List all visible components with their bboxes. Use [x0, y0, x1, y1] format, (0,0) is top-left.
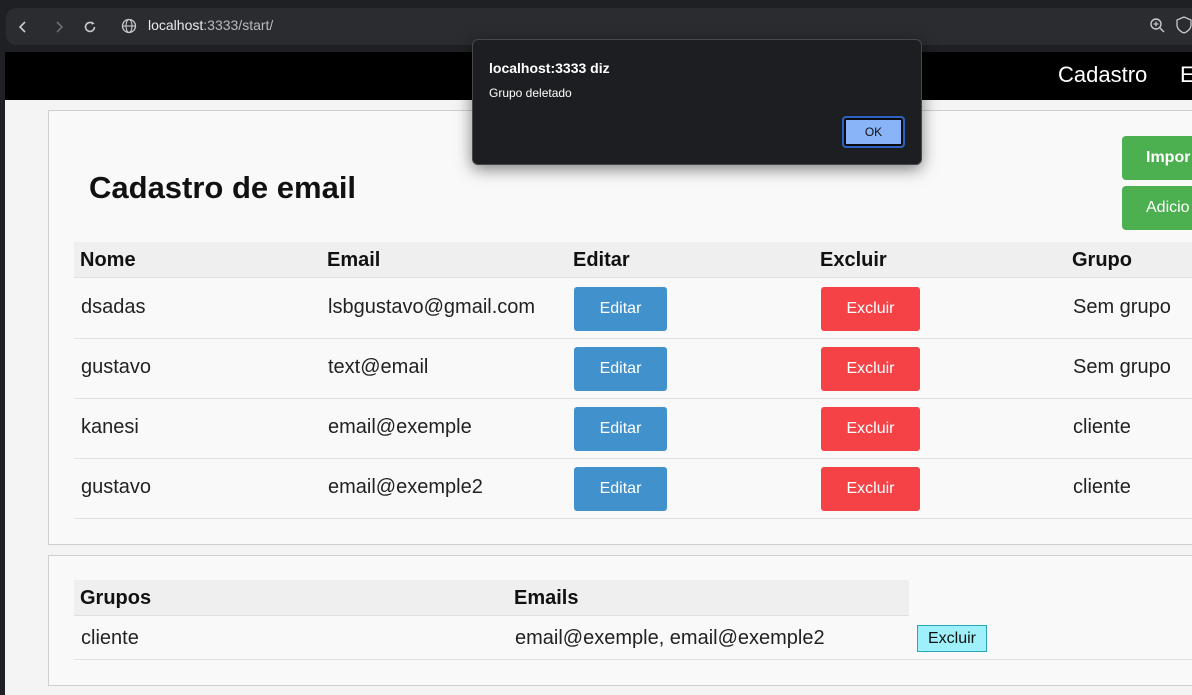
toolbar-icons	[1148, 16, 1192, 34]
nav-link-truncated[interactable]: E	[1180, 62, 1192, 88]
cell-nome: dsadas	[81, 296, 146, 318]
dialog-ok-button[interactable]: OK	[842, 116, 905, 148]
cell-email: text@email	[328, 356, 429, 378]
header-emails: Emails	[514, 587, 579, 609]
import-button[interactable]: Impor	[1122, 136, 1192, 180]
table-row: gustavo email@exemple2 Editar Excluir cl…	[74, 459, 1192, 519]
cell-grupo-emails: email@exemple, email@exemple2	[515, 627, 825, 649]
group-row: cliente email@exemple, email@exemple2 Ex…	[74, 617, 1192, 660]
dialog-message: Grupo deletado	[489, 86, 572, 100]
add-button[interactable]: Adicio	[1122, 186, 1192, 230]
delete-button[interactable]: Excluir	[821, 407, 920, 451]
emails-table-header: Nome Email Editar Excluir Grupo	[74, 242, 1192, 278]
table-row: dsadas lsbgustavo@gmail.com Editar Exclu…	[74, 279, 1192, 339]
zoom-icon[interactable]	[1148, 16, 1166, 34]
dialog-title: localhost:3333 diz	[489, 60, 610, 76]
cell-nome: gustavo	[81, 356, 152, 378]
header-editar: Editar	[573, 249, 630, 271]
nav-link-cadastro[interactable]: Cadastro	[1058, 62, 1147, 88]
cell-email: lsbgustavo@gmail.com	[328, 296, 536, 318]
header-nome: Nome	[80, 249, 136, 271]
edit-button[interactable]: Editar	[574, 407, 667, 451]
cell-grupo-name: cliente	[81, 627, 139, 649]
site-info-icon[interactable]	[120, 17, 138, 35]
cell-grupo: cliente	[1073, 476, 1131, 498]
cell-grupo: Sem grupo	[1073, 296, 1171, 318]
delete-button[interactable]: Excluir	[821, 347, 920, 391]
table-row: kanesi email@exemple Editar Excluir clie…	[74, 399, 1192, 459]
header-grupo: Grupo	[1072, 249, 1132, 271]
page-title: Cadastro de email	[89, 170, 357, 205]
cell-email: email@exemple	[328, 416, 472, 438]
reload-icon[interactable]	[71, 8, 108, 45]
delete-button[interactable]: Excluir	[821, 287, 920, 331]
table-row: gustavo text@email Editar Excluir Sem gr…	[74, 339, 1192, 399]
cell-nome: kanesi	[81, 416, 139, 438]
delete-button[interactable]: Excluir	[821, 467, 920, 511]
cell-nome: gustavo	[81, 476, 152, 498]
header-email: Email	[327, 249, 381, 271]
shield-icon[interactable]	[1176, 16, 1192, 34]
cell-grupo: cliente	[1073, 416, 1131, 438]
groups-table-header: Grupos Emails	[74, 580, 909, 616]
edit-button[interactable]: Editar	[574, 347, 667, 391]
header-grupos: Grupos	[80, 587, 152, 609]
url-text[interactable]: localhost:3333/start/	[148, 17, 273, 33]
cell-email: email@exemple2	[328, 476, 483, 498]
edit-button[interactable]: Editar	[574, 467, 667, 511]
cell-grupo: Sem grupo	[1073, 356, 1171, 378]
group-delete-button[interactable]: Excluir	[917, 625, 987, 652]
edit-button[interactable]: Editar	[574, 287, 667, 331]
back-icon[interactable]	[4, 8, 41, 45]
header-excluir: Excluir	[820, 249, 887, 271]
alert-dialog: localhost:3333 diz Grupo deletado OK	[472, 39, 922, 165]
